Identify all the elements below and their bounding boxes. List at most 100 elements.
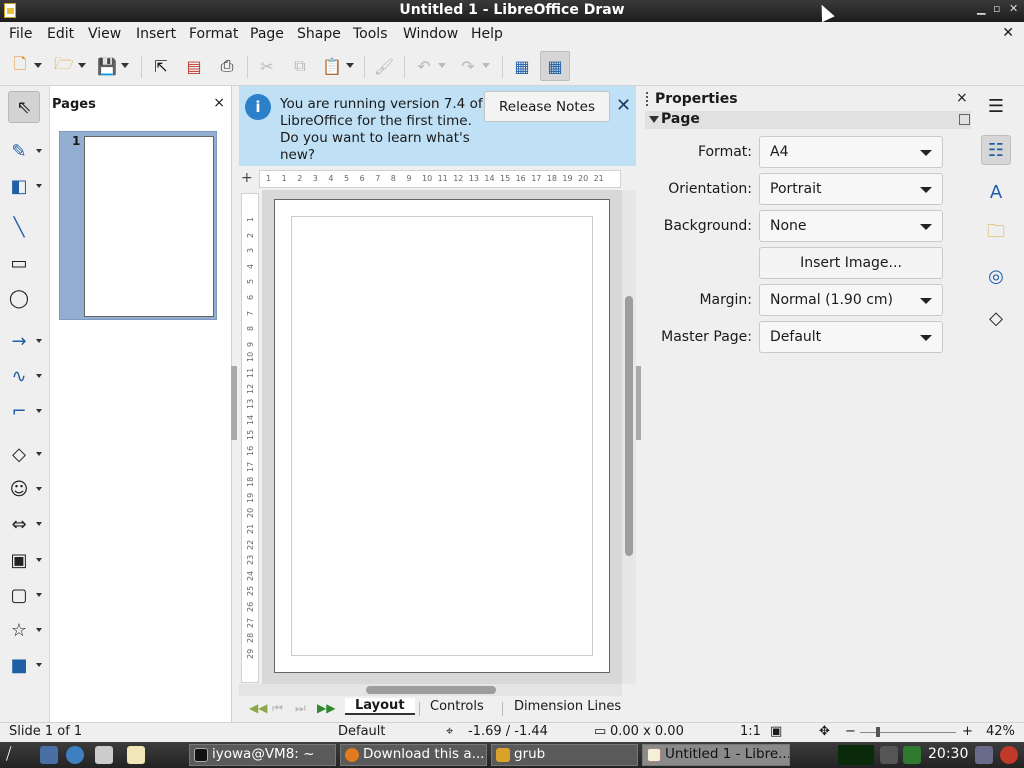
speaker-icon[interactable] (880, 746, 898, 764)
grid-icon[interactable]: ▦ (510, 54, 534, 78)
vertical-ruler[interactable]: 1 2 3 4 5 6 7 8 9 10 11 12 13 14 15 16 17 18 19 20 21 22 23 24 2… (241, 193, 259, 683)
prev-tab-icon[interactable]: ⏮ (272, 701, 283, 716)
vertical-scroll-thumb[interactable] (625, 296, 633, 556)
background-dropdown[interactable]: None (759, 210, 943, 242)
insert-image-button[interactable]: Insert Image... (759, 247, 943, 279)
maximize-icon[interactable]: ▫ (993, 2, 1000, 15)
stars-icon[interactable]: ☆ (6, 617, 42, 643)
margin-dropdown[interactable]: Normal (1.90 cm) (759, 284, 943, 316)
start-menu-icon[interactable]: ⧸ (6, 744, 11, 764)
browser-icon[interactable] (66, 746, 84, 764)
tab-controls[interactable]: Controls (430, 699, 484, 714)
user-icon[interactable] (975, 746, 993, 764)
first-tab-icon[interactable]: ◀◀ (249, 701, 267, 715)
callouts-icon[interactable]: ▢ (6, 582, 42, 608)
horizontal-scroll-thumb[interactable] (366, 686, 496, 694)
sidebar-grip-icon[interactable] (646, 92, 649, 106)
last-tab-icon[interactable]: ▶▶ (317, 701, 335, 715)
infobar-close-icon[interactable]: ✕ (616, 95, 631, 116)
ellipse-icon[interactable]: ◯ (6, 285, 32, 311)
page-section-header[interactable]: Page (645, 111, 975, 129)
save-icon[interactable]: 💾 (95, 54, 129, 78)
ruler-origin-icon[interactable]: + (241, 170, 253, 186)
menu-shape[interactable]: Shape (297, 26, 341, 42)
helplines-icon[interactable]: ▦ (540, 51, 570, 81)
power-icon[interactable] (1000, 746, 1018, 764)
task-terminal[interactable]: iyowa@VM8: ~ (189, 744, 336, 766)
zoom-slider-knob[interactable] (876, 727, 880, 737)
styles-icon[interactable]: A (981, 177, 1011, 207)
menu-tools[interactable]: Tools (353, 26, 388, 42)
navigator-icon[interactable]: ◎ (981, 261, 1011, 291)
close-window-icon[interactable]: ✕ (1009, 2, 1018, 15)
export-pdf-icon[interactable]: ▤ (182, 54, 206, 78)
menu-help[interactable]: Help (471, 26, 503, 42)
zoom-slider[interactable] (860, 732, 956, 733)
tray-app-icon[interactable] (903, 746, 921, 764)
menu-edit[interactable]: Edit (47, 26, 74, 42)
task-libreoffice[interactable]: Untitled 1 - Libre... (642, 744, 790, 766)
task-grub[interactable]: grub (491, 744, 638, 766)
draw-launcher-icon[interactable] (127, 746, 145, 764)
new-document-icon[interactable]: 🗋 (8, 54, 42, 78)
cut-icon[interactable]: ✂ (255, 54, 279, 78)
line-icon[interactable]: ╲ (6, 214, 32, 240)
orientation-dropdown[interactable]: Portrait (759, 173, 943, 205)
paste-icon[interactable]: 📋 (320, 54, 354, 78)
show-desktop-icon[interactable] (95, 746, 113, 764)
tab-dimension-lines[interactable]: Dimension Lines (514, 699, 621, 714)
menu-icon[interactable]: ☰ (981, 91, 1011, 121)
print-icon[interactable]: ⎙ (215, 54, 239, 78)
files-icon[interactable] (40, 746, 58, 764)
tab-layout[interactable]: Layout (345, 698, 415, 715)
zoom-percent[interactable]: 42% (986, 724, 1015, 739)
horizontal-scrollbar[interactable] (239, 684, 622, 696)
pages-panel-collapse-handle[interactable] (231, 366, 237, 440)
drawing-canvas[interactable] (262, 190, 622, 684)
sidebar-close-icon[interactable]: × (956, 90, 968, 106)
menu-insert[interactable]: Insert (136, 26, 176, 42)
basic-shapes-icon[interactable]: ◇ (6, 441, 42, 467)
gallery-icon[interactable]: 🗀 (981, 219, 1011, 249)
format-dropdown[interactable]: A4 (759, 136, 943, 168)
flowchart-icon[interactable]: ▣ (6, 547, 42, 573)
fit-page-icon[interactable]: ✥ (819, 724, 830, 739)
master-page-dropdown[interactable]: Default (759, 321, 943, 353)
connector-icon[interactable]: ⌐ (6, 398, 42, 424)
next-tab-icon[interactable]: ⏭ (295, 701, 306, 716)
menu-view[interactable]: View (88, 26, 121, 42)
drawing-page[interactable] (274, 199, 610, 673)
menu-page[interactable]: Page (250, 26, 284, 42)
menu-file[interactable]: File (9, 26, 32, 42)
arrow-line-icon[interactable]: → (6, 328, 42, 354)
copy-icon[interactable]: ⧉ (288, 54, 312, 78)
page-thumbnail[interactable]: 1 (59, 131, 217, 320)
zoom-out-icon[interactable]: − (845, 724, 856, 739)
horizontal-ruler[interactable]: 1 1 2 3 4 5 6 7 8 9 10 11 12 13 14 15 16 17 18 19 20 21 (259, 170, 621, 188)
rectangle-icon[interactable]: ▭ (6, 250, 32, 276)
block-arrows-icon[interactable]: ⇔ (6, 511, 42, 537)
menu-window[interactable]: Window (403, 26, 458, 42)
line-color-icon[interactable]: ✎ (6, 138, 42, 164)
pages-panel-close-icon[interactable]: × (213, 95, 225, 111)
open-folder-icon[interactable]: 🗁 (52, 54, 86, 78)
select-icon[interactable]: ⇖ (8, 91, 40, 123)
undo-icon[interactable]: ↶ (412, 54, 446, 78)
task-browser[interactable]: Download this a... (340, 744, 487, 766)
redo-icon[interactable]: ↷ (456, 54, 490, 78)
properties-icon[interactable]: ☷ (981, 135, 1011, 165)
minimize-icon[interactable]: ▁ (977, 2, 985, 15)
release-notes-button[interactable]: Release Notes (484, 91, 610, 122)
more-options-icon[interactable] (959, 114, 970, 125)
vertical-scrollbar[interactable] (622, 190, 636, 684)
shapes-icon[interactable]: ◇ (981, 303, 1011, 333)
zoom-in-icon[interactable]: + (962, 724, 973, 739)
symbol-shapes-icon[interactable]: ☺ (6, 476, 42, 502)
export-icon[interactable]: ⇱ (149, 54, 173, 78)
menu-format[interactable]: Format (189, 26, 238, 42)
clone-formatting-icon[interactable]: 🖌 (372, 54, 396, 78)
fill-color-icon[interactable]: ◧ (6, 173, 42, 199)
curve-icon[interactable]: ∿ (6, 363, 42, 389)
3d-objects-icon[interactable]: ■ (6, 652, 42, 678)
close-document-icon[interactable]: ✕ (1002, 25, 1014, 41)
